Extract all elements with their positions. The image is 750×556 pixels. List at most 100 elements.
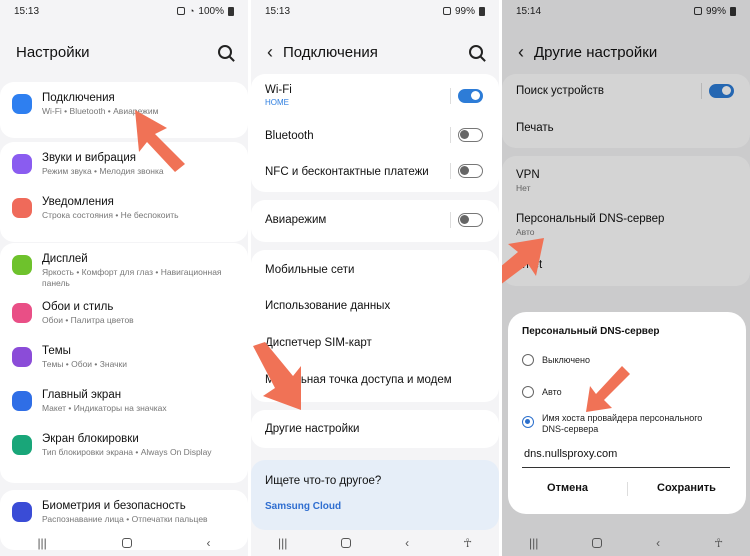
page-title: Настройки [16, 43, 90, 61]
back-icon[interactable]: ‹ [207, 536, 211, 550]
settings-group-card: Звуки и вибрация Режим звука • Мелодия зв… [0, 142, 248, 242]
settings-item-summary: Макет • Индикаторы на значках [42, 403, 167, 413]
notification-icon [12, 198, 32, 218]
wifi-toggle[interactable] [458, 89, 483, 103]
brightness-icon [12, 255, 32, 275]
settings-item[interactable]: Главный экран Макет • Индикаторы на значк… [0, 389, 248, 433]
wifi-status-icon: ◔ [188, 6, 195, 16]
recents-icon[interactable]: ||| [278, 536, 287, 550]
settings-item-label: Главный экран [42, 389, 122, 401]
settings-item-summary: Тип блокировки экрана • Always On Displa… [42, 447, 212, 457]
nav-bar: ||| ‹ [0, 530, 248, 556]
search-icon[interactable] [218, 45, 232, 59]
radio-auto[interactable] [522, 386, 534, 398]
cancel-button[interactable]: Отмена [508, 482, 627, 494]
data-usage-item[interactable]: Использование данных [265, 300, 390, 312]
back-icon[interactable]: ‹ [656, 536, 660, 550]
settings-item-label: Экран блокировки [42, 433, 139, 445]
battery-icon [479, 6, 485, 16]
settings-group-card: Дисплей Яркость • Комфорт для глаз • Нави… [0, 243, 248, 483]
settings-group-card: Подключения Wi-Fi • Bluetooth • Авиарежим [0, 82, 248, 138]
accessibility-icon[interactable]: ☥ [463, 536, 472, 550]
settings-item[interactable]: Уведомления Строка состояния • Не беспоко… [0, 196, 248, 240]
settings-item-label: Уведомления [42, 196, 114, 208]
settings-item-label: Темы [42, 345, 71, 357]
settings-item[interactable]: Обои и стиль Обои • Палитра цветов [0, 301, 248, 345]
settings-item-summary: Строка состояния • Не беспокоить [42, 210, 179, 220]
hostname-input[interactable]: dns.nullsproxy.com [522, 442, 730, 468]
lock-icon [12, 435, 32, 455]
arrow-pointer [586, 366, 630, 412]
suggestion-title: Ищете что-то другое? [265, 475, 382, 487]
battery-text: 99% [454, 5, 475, 17]
page-title: Подключения [283, 43, 378, 61]
status-bar: 15:13 99% [251, 0, 499, 22]
nav-bar: ||| ‹ ☥ [251, 530, 499, 556]
settings-item-summary: Яркость • Комфорт для глаз • Навигационн… [42, 267, 222, 288]
settings-screen: 15:13 ◔ 100% Настройки Подключения Wi-Fi •… [0, 0, 248, 556]
settings-item-summary: Обои • Палитра цветов [42, 315, 134, 325]
radio-off[interactable] [522, 354, 534, 366]
airplane-toggle[interactable] [458, 213, 483, 227]
suggestion-card: Ищете что-то другое? Samsung Cloud [251, 460, 499, 530]
wifi-item[interactable]: Wi-Fi HOME [265, 84, 292, 107]
settings-item[interactable]: Дисплей Яркость • Комфорт для глаз • Нави… [0, 253, 248, 301]
other-settings-screen: 15:14 99% ‹ Другие настройки Поиск устро… [502, 0, 750, 556]
status-bar: 15:13 ◔ 100% [0, 0, 248, 22]
option-hostname-label: Имя хоста провайдера персонального DNS-с… [542, 413, 703, 434]
settings-item[interactable]: Экран блокировки Тип блокировки экрана • … [0, 433, 248, 481]
recents-icon[interactable]: ||| [529, 536, 538, 550]
alarm-icon [442, 7, 451, 15]
accessibility-icon[interactable]: ☥ [714, 536, 723, 550]
wireless-card: Wi-Fi HOME Bluetooth NFC и бесконтактные … [251, 74, 499, 192]
battery-text: 100% [198, 5, 224, 17]
palette-icon [12, 303, 32, 323]
recents-icon[interactable]: ||| [37, 536, 46, 550]
nfc-label[interactable]: NFC и бесконтактные платежи [265, 166, 429, 178]
nav-bar: ||| ‹ ☥ [502, 530, 750, 556]
alarm-icon [176, 7, 185, 15]
more-settings-item[interactable]: Другие настройки [265, 423, 359, 435]
home-button-icon[interactable] [592, 538, 603, 548]
settings-item[interactable]: Темы Темы • Обои • Значки [0, 345, 248, 389]
settings-item-label: Биометрия и безопасность [42, 500, 186, 512]
settings-item[interactable]: Подключения Wi-Fi • Bluetooth • Авиарежим [0, 92, 248, 136]
settings-item[interactable]: Звуки и вибрация Режим звука • Мелодия зв… [0, 152, 248, 196]
radio-hostname[interactable] [522, 416, 534, 428]
back-icon[interactable]: ‹ [405, 536, 409, 550]
mobile-networks-item[interactable]: Мобильные сети [265, 264, 354, 276]
save-button[interactable]: Сохранить [627, 482, 746, 494]
option-auto-label: Авто [542, 387, 562, 397]
status-time: 15:13 [265, 5, 291, 17]
shield-icon [12, 502, 32, 522]
status-time: 15:13 [14, 5, 40, 17]
settings-item-label: Обои и стиль [42, 301, 114, 313]
arrow-pointer [253, 342, 301, 410]
wifi-label: Wi-Fi [265, 84, 292, 96]
samsung-cloud-link[interactable]: Samsung Cloud [265, 501, 341, 512]
settings-item-summary: Темы • Обои • Значки [42, 359, 128, 369]
settings-item-label: Дисплей [42, 253, 88, 265]
header: ‹ Подключения [251, 38, 499, 66]
more-card: Другие настройки [251, 410, 499, 448]
bluetooth-label[interactable]: Bluetooth [265, 130, 314, 142]
home-button-icon[interactable] [341, 538, 352, 548]
volume-icon [12, 154, 32, 174]
settings-item-summary: Распознавание лица • Отпечатки пальцев [42, 514, 208, 524]
nfc-toggle[interactable] [458, 164, 483, 178]
header: Настройки [0, 38, 248, 66]
bluetooth-toggle[interactable] [458, 128, 483, 142]
settings-item-label: Подключения [42, 92, 115, 104]
arrow-pointer [135, 110, 185, 172]
back-arrow-icon[interactable]: ‹ [267, 42, 273, 63]
screenshots-collage: 15:13 ◔ 100% Настройки Подключения Wi-Fi •… [0, 0, 750, 556]
arrow-pointer [502, 238, 544, 284]
airplane-card: Авиарежим [251, 200, 499, 242]
themes-icon [12, 347, 32, 367]
airplane-label[interactable]: Авиарежим [265, 214, 326, 226]
wifi-network: HOME [265, 98, 289, 107]
dialog-title: Персональный DNS-сервер [522, 326, 660, 337]
wifi-icon [12, 94, 32, 114]
search-icon[interactable] [469, 45, 483, 59]
home-button-icon[interactable] [121, 538, 132, 548]
